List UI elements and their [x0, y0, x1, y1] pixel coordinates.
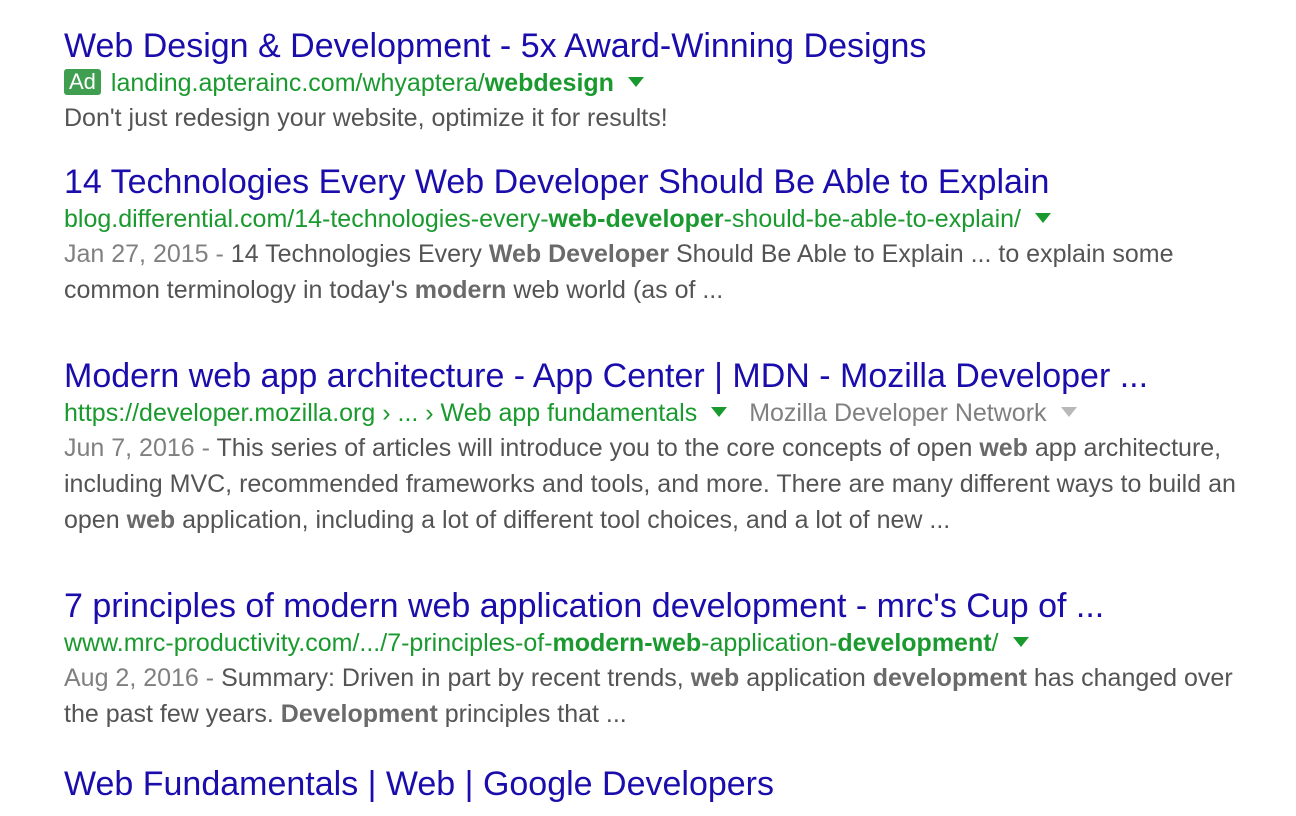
result-url-line: blog.differential.com/14-technologies-ev…: [64, 202, 1264, 236]
result-snippet: Jun 7, 2016 - This series of articles wi…: [64, 434, 1236, 534]
chevron-down-icon[interactable]: [1034, 213, 1051, 223]
search-result: 7 principles of modern web application d…: [64, 586, 1264, 764]
ad-badge: Ad: [64, 69, 101, 95]
search-results-list: Web Design & Development - 5x Award-Winn…: [64, 26, 1264, 804]
result-url-line: Ad landing.apterainc.com/whyaptera/webdes…: [64, 66, 1264, 100]
chevron-down-icon[interactable]: [1060, 407, 1077, 417]
result-title-link[interactable]: 14 Technologies Every Web Developer Shou…: [64, 162, 1264, 202]
result-snippet: Jan 27, 2015 - 14 Technologies Every Web…: [64, 240, 1174, 304]
result-url[interactable]: landing.apterainc.com/whyaptera/webdesig…: [111, 69, 614, 97]
result-url-line: https://developer.mozilla.org › ... › We…: [64, 396, 1264, 430]
search-result: Modern web app architecture - App Center…: [64, 356, 1264, 586]
result-title-link[interactable]: Web Design & Development - 5x Award-Winn…: [64, 26, 1264, 66]
result-date: Jan 27, 2015: [64, 240, 209, 268]
search-result: Web Fundamentals | Web | Google Develope…: [64, 764, 1264, 804]
search-result: 14 Technologies Every Web Developer Shou…: [64, 162, 1264, 356]
result-url[interactable]: blog.differential.com/14-technologies-ev…: [64, 205, 1021, 233]
result-date: Aug 2, 2016: [64, 664, 199, 692]
ad-result: Web Design & Development - 5x Award-Winn…: [64, 26, 1264, 162]
chevron-down-icon[interactable]: [627, 77, 644, 87]
result-title-link[interactable]: 7 principles of modern web application d…: [64, 586, 1264, 626]
result-url[interactable]: www.mrc-productivity.com/.../7-principle…: [64, 629, 999, 657]
result-title-link[interactable]: Modern web app architecture - App Center…: [64, 356, 1264, 396]
result-title-link[interactable]: Web Fundamentals | Web | Google Develope…: [64, 764, 1264, 804]
chevron-down-icon[interactable]: [711, 407, 728, 417]
result-snippet: Aug 2, 2016 - Summary: Driven in part by…: [64, 664, 1233, 728]
result-url-line: www.mrc-productivity.com/.../7-principle…: [64, 626, 1264, 660]
chevron-down-icon[interactable]: [1012, 637, 1029, 647]
site-name: Mozilla Developer Network: [749, 399, 1047, 427]
result-date: Jun 7, 2016: [64, 434, 195, 462]
result-snippet: Don't just redesign your website, optimi…: [64, 104, 668, 132]
result-url[interactable]: https://developer.mozilla.org › ... › We…: [64, 399, 697, 427]
